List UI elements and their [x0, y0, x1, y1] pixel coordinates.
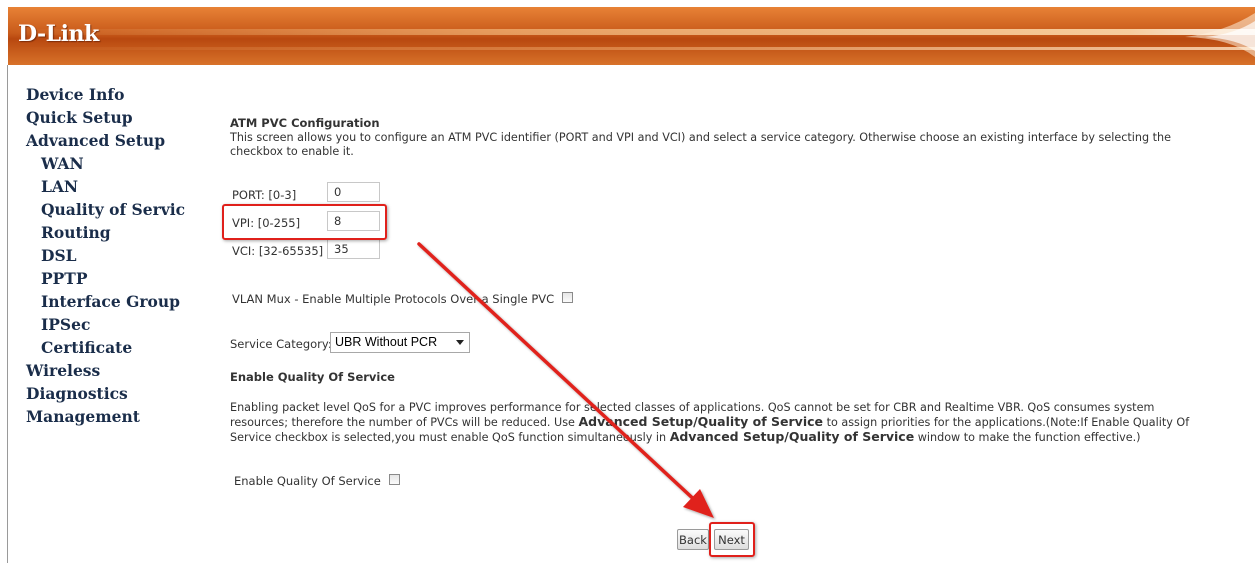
- qos-description: Enabling packet level QoS for a PVC impr…: [230, 401, 1190, 444]
- nav-lan[interactable]: LAN: [41, 177, 78, 196]
- nav-certificate[interactable]: Certificate: [41, 338, 132, 357]
- vlan-mux-checkbox[interactable]: [562, 292, 573, 303]
- main-content: ATM PVC Configuration This screen allows…: [185, 65, 1255, 563]
- header-streak: [8, 47, 1255, 50]
- port-input[interactable]: 0: [327, 182, 380, 202]
- vci-label: VCI: [32-65535]: [232, 244, 324, 258]
- port-label: PORT: [0-3]: [232, 188, 297, 202]
- nav-interface-group[interactable]: Interface Group: [41, 292, 180, 311]
- nav-pptp[interactable]: PPTP: [41, 269, 88, 288]
- nav-quick-setup[interactable]: Quick Setup: [26, 108, 133, 127]
- nav-quality-of-service[interactable]: Quality of Service: [41, 200, 195, 219]
- vpi-highlight-box: [222, 204, 387, 240]
- header-banner: D-Link: [8, 7, 1255, 65]
- nav-advanced-setup[interactable]: Advanced Setup: [26, 131, 165, 150]
- page-description: This screen allows you to configure an A…: [230, 131, 1171, 158]
- dropdown-arrow-icon: [456, 340, 464, 345]
- nav-dsl[interactable]: DSL: [41, 246, 77, 265]
- qos-heading: Enable Quality Of Service: [230, 370, 395, 384]
- nav-wan[interactable]: WAN: [41, 154, 84, 173]
- enable-qos-label: Enable Quality Of Service: [234, 474, 381, 488]
- service-category-select[interactable]: UBR Without PCR: [330, 332, 470, 353]
- service-category-label: Service Category:: [230, 337, 332, 351]
- nav-diagnostics[interactable]: Diagnostics: [26, 384, 128, 403]
- nav-routing[interactable]: Routing: [41, 223, 111, 242]
- next-highlight-box: [709, 522, 755, 557]
- sidebar-nav: Device Info Quick Setup Advanced Setup W…: [8, 65, 195, 563]
- service-category-value: UBR Without PCR: [335, 335, 438, 349]
- vlan-mux-label: VLAN Mux - Enable Multiple Protocols Ove…: [232, 292, 555, 306]
- page-title: ATM PVC Configuration: [230, 116, 380, 130]
- nav-device-info[interactable]: Device Info: [26, 85, 124, 104]
- back-button[interactable]: Back: [677, 529, 709, 550]
- nav-ipsec[interactable]: IPSec: [41, 315, 90, 334]
- enable-qos-checkbox[interactable]: [389, 474, 400, 485]
- header-swoosh-graphic: [1185, 13, 1255, 57]
- nav-wireless[interactable]: Wireless: [26, 361, 100, 380]
- vci-input[interactable]: 35: [327, 239, 380, 259]
- dlink-logo[interactable]: D-Link: [18, 21, 99, 47]
- nav-management[interactable]: Management: [26, 407, 140, 426]
- header-streak: [8, 29, 1255, 35]
